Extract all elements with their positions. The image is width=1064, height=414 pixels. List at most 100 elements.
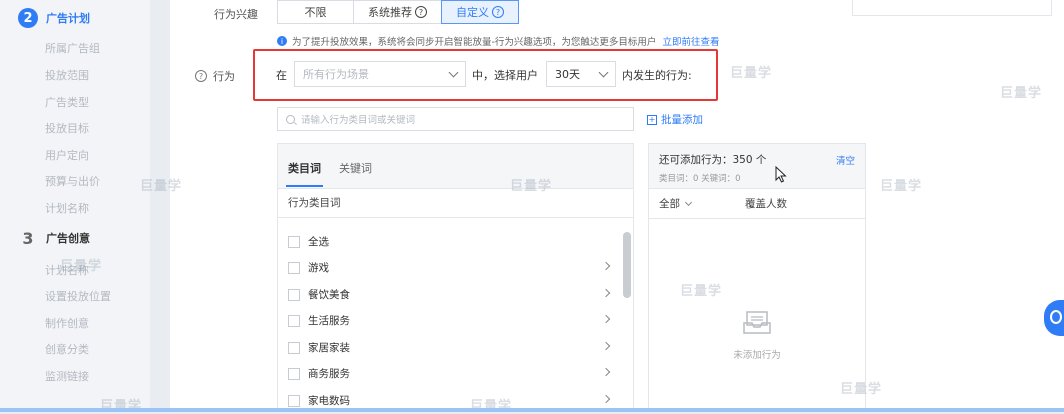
item-label: 全选 (308, 236, 329, 248)
help-icon[interactable]: ? (415, 6, 427, 18)
chevron-right-icon[interactable] (601, 314, 611, 324)
interest-label: 行为兴趣 (214, 8, 258, 21)
behavior-days-select[interactable]: 30天 (546, 61, 616, 87)
checkbox[interactable] (288, 341, 300, 354)
watermark: 巨量学 (140, 179, 183, 194)
behavior-search-input[interactable]: 请输入行为类目词或关键词 (277, 107, 634, 131)
top-right-panel (852, 0, 1052, 16)
checkbox[interactable] (288, 261, 300, 274)
sidebar-item-scope[interactable]: 投放范围 (45, 67, 89, 83)
info-icon: i (277, 36, 287, 46)
item-label: 生活服务 (308, 315, 350, 327)
batch-add-icon: + (647, 114, 657, 125)
category-tabs: 类目词 关键词 (278, 144, 633, 189)
item-label: 家电数码 (308, 395, 350, 407)
sidebar-item-ad-type[interactable]: 广告类型 (45, 94, 89, 110)
headset-icon (1050, 310, 1062, 324)
chevron-right-icon[interactable] (601, 261, 611, 271)
list-item[interactable]: 生活服务 (288, 313, 613, 328)
sidebar-item-plan-name[interactable]: 计划名称 (45, 200, 89, 216)
filter-label: 全部 (659, 198, 680, 210)
empty-inbox-icon (743, 311, 771, 334)
step-ad-plan[interactable]: 2 广告计划 (18, 8, 90, 28)
chevron-down-icon (598, 67, 609, 78)
list-item[interactable]: 餐饮美食 (288, 287, 613, 302)
search-icon (286, 114, 295, 124)
list-item[interactable]: 商务服务 (288, 366, 613, 381)
batch-add-label: 批量添加 (661, 114, 703, 126)
filter-all-dropdown[interactable]: 全部 (659, 196, 693, 211)
category-panel: 类目词 关键词 行为类目词 全选 游戏 餐饮美食 生活服务 家居家装 商务服务 … (277, 143, 634, 412)
selected-header: 还可添加行为：350 个 清空 类目词：0 关键词：0 (649, 144, 865, 189)
scrollbar[interactable] (623, 232, 631, 298)
step-creative[interactable]: 3 广告创意 (18, 228, 90, 248)
checkbox[interactable] (288, 288, 300, 301)
watermark: 巨量学 (60, 259, 103, 274)
behavior-label: 行为 (213, 70, 235, 83)
sidebar-item-make-creative[interactable]: 制作创意 (45, 315, 89, 331)
behavior-middle-text: 中，选择用户 (472, 69, 538, 82)
step-title: 广告计划 (46, 12, 90, 25)
tip-link[interactable]: 立即前往查看 (662, 34, 719, 48)
tab-category-words[interactable]: 类目词 (286, 160, 323, 187)
option-label: 系统推荐 (368, 6, 412, 19)
sidebar-item-audience[interactable]: 用户定向 (45, 147, 89, 163)
empty-text: 未添加行为 (733, 350, 781, 361)
selected-counts: 类目词：0 关键词：0 (659, 174, 741, 184)
sidebar-item-budget[interactable]: 预算与出价 (45, 173, 100, 189)
help-icon[interactable]: ? (195, 70, 207, 82)
option-label: 自定义 (456, 6, 489, 19)
watermark: 巨量学 (840, 382, 883, 397)
cover-column-header: 覆盖人数 (745, 198, 787, 210)
chevron-right-icon[interactable] (601, 288, 611, 298)
sidebar-item-target[interactable]: 投放目标 (45, 120, 89, 136)
interest-option-unlimited[interactable]: 不限 (277, 0, 354, 24)
chevron-down-icon (684, 198, 693, 206)
interest-option-system[interactable]: 系统推荐? (353, 0, 442, 24)
chevron-right-icon[interactable] (601, 394, 611, 404)
mouse-cursor-icon (775, 166, 787, 183)
search-placeholder: 请输入行为类目词或关键词 (301, 115, 416, 126)
help-icon[interactable]: ? (492, 6, 504, 18)
sidebar-item-placement[interactable]: 设置投放位置 (45, 288, 111, 304)
step-number: 2 (18, 8, 38, 28)
item-label: 商务服务 (308, 368, 350, 380)
select-value: 所有行为场景 (303, 68, 369, 81)
watermark: 巨量学 (510, 179, 553, 194)
chevron-right-icon[interactable] (601, 367, 611, 377)
step-title: 广告创意 (46, 232, 90, 245)
sidebar-item-ad-group[interactable]: 所属广告组 (45, 40, 100, 56)
tip-text: 为了提升投放效果，系统将会同步开启智能放量-行为兴趣选项，为您触达更多目标用户 (292, 37, 657, 48)
sidebar-item-creative-category[interactable]: 创意分类 (45, 341, 89, 357)
item-label: 游戏 (308, 262, 329, 274)
item-label: 家居家装 (308, 342, 350, 354)
select-value: 30天 (555, 68, 580, 81)
behavior-suffix: 内发生的行为: (622, 69, 692, 82)
interest-option-custom[interactable]: 自定义? (441, 0, 519, 24)
chevron-right-icon[interactable] (601, 341, 611, 351)
batch-add-button[interactable]: + 批量添加 (647, 112, 703, 127)
list-item[interactable]: 游戏 (288, 260, 613, 275)
checkbox[interactable] (288, 235, 300, 248)
clear-button[interactable]: 清空 (836, 153, 855, 167)
tab-keywords[interactable]: 关键词 (339, 160, 372, 176)
behavior-scene-select[interactable]: 所有行为场景 (294, 61, 466, 87)
remaining-count: 还可添加行为：350 个 (659, 154, 767, 166)
list-item[interactable]: 家电数码 (288, 393, 613, 408)
bottom-bar (0, 408, 1064, 412)
checkbox[interactable] (288, 367, 300, 380)
list-item[interactable]: 家居家装 (288, 340, 613, 355)
selected-panel: 还可添加行为：350 个 清空 类目词：0 关键词：0 全部 覆盖人数 未添加行… (648, 143, 866, 412)
sidebar-item-tracking-link[interactable]: 监测链接 (45, 368, 89, 384)
watermark: 巨量学 (680, 284, 723, 299)
watermark: 巨量学 (880, 179, 923, 194)
chevron-down-icon (448, 67, 459, 78)
selected-columns: 全部 覆盖人数 (649, 188, 865, 219)
behavior-label-group: ? 行为 (195, 68, 235, 84)
category-header: 行为类目词 (278, 188, 633, 218)
list-item-select-all[interactable]: 全选 (288, 234, 613, 249)
checkbox[interactable] (288, 394, 300, 407)
step-number: 3 (22, 228, 34, 248)
checkbox[interactable] (288, 314, 300, 327)
watermark: 巨量学 (730, 66, 773, 81)
